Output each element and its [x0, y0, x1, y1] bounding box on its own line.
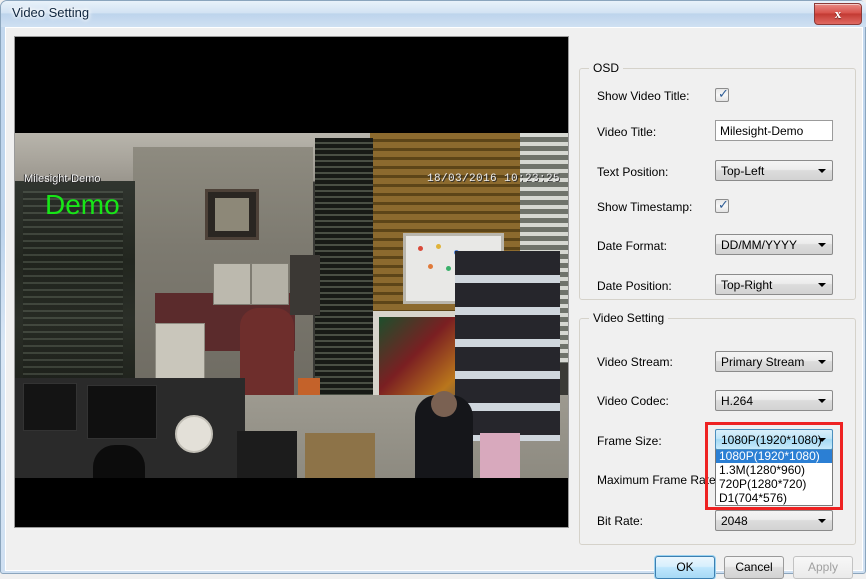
ok-button[interactable]: OK — [655, 556, 715, 579]
chevron-down-icon — [818, 399, 826, 403]
scene-whiteboard-magnet — [418, 246, 423, 251]
date-format-value: DD/MM/YYYY — [721, 238, 798, 252]
show-timestamp-checkbox[interactable]: ✓ — [715, 199, 729, 213]
scene-box-right — [251, 263, 289, 305]
video-title-input[interactable]: Milesight-Demo — [715, 120, 833, 141]
scene-person-right-head — [431, 391, 457, 417]
cancel-button[interactable]: Cancel — [724, 556, 784, 579]
video-codec-select[interactable]: H.264 — [715, 390, 833, 411]
chevron-down-icon — [818, 283, 826, 287]
date-position-value: Top-Right — [721, 278, 773, 292]
frame-size-option[interactable]: 1080P(1920*1080) — [716, 449, 832, 463]
chevron-down-icon — [818, 519, 826, 523]
apply-button[interactable]: Apply — [793, 556, 853, 579]
scene-person-left — [93, 445, 145, 478]
window-titlebar[interactable]: Video Setting x — [1, 1, 866, 27]
close-icon: x — [834, 6, 842, 21]
chevron-down-icon — [818, 169, 826, 173]
date-position-select[interactable]: Top-Right — [715, 274, 833, 295]
maximum-frame-rate-label: Maximum Frame Rate: — [597, 473, 720, 487]
bit-rate-label: Bit Rate: — [597, 514, 644, 528]
date-format-label: Date Format: — [597, 239, 668, 253]
checkmark-icon: ✓ — [718, 87, 729, 102]
scene-whiteboard-magnet — [436, 244, 441, 249]
text-position-select[interactable]: Top-Left — [715, 160, 833, 181]
window-title: Video Setting — [12, 5, 90, 20]
video-preview-panel[interactable]: Milesight-Demo Demo 18/03/2016 10:23:25 — [14, 36, 569, 528]
scene-fan — [175, 415, 213, 453]
text-position-value: Top-Left — [721, 164, 765, 178]
frame-size-label: Frame Size: — [597, 434, 662, 448]
chevron-down-icon — [818, 438, 826, 442]
frame-size-dropdown-list[interactable]: 1080P(1920*1080) 1.3M(1280*960) 720P(1280*… — [715, 448, 833, 506]
video-stream-image: Milesight-Demo Demo 18/03/2016 10:23:25 — [15, 37, 568, 527]
checkmark-icon: ✓ — [718, 198, 729, 213]
osd-group-legend: OSD — [589, 61, 624, 75]
chevron-down-icon — [818, 360, 826, 364]
scene-monitor-1 — [23, 383, 77, 431]
scene-monitor-2 — [87, 385, 157, 439]
scene-carton — [305, 433, 375, 478]
video-setting-window: Video Setting x Milesight-Demo Demo 18/0… — [0, 0, 866, 579]
scene-pink-object — [480, 433, 520, 478]
chevron-down-icon — [818, 243, 826, 247]
show-video-title-label: Show Video Title: — [597, 89, 690, 103]
scene-box-left — [213, 263, 251, 305]
osd-video-title-overlay: Milesight-Demo — [24, 173, 101, 185]
video-setting-group-legend: Video Setting — [589, 311, 669, 325]
frame-size-option[interactable]: 1.3M(1280*960) — [716, 463, 832, 477]
frame-size-select[interactable]: 1080P(1920*1080) — [715, 429, 833, 450]
show-video-title-checkbox[interactable]: ✓ — [715, 88, 729, 102]
video-stream-label: Video Stream: — [597, 355, 673, 369]
date-position-label: Date Position: — [597, 279, 672, 293]
show-timestamp-label: Show Timestamp: — [597, 200, 693, 214]
scene-machine — [290, 255, 320, 315]
video-codec-value: H.264 — [721, 394, 754, 408]
osd-timestamp-overlay: 18/03/2016 10:23:25 — [426, 173, 560, 185]
video-stream-value: Primary Stream — [721, 355, 805, 369]
bit-rate-select[interactable]: 2048 — [715, 510, 833, 531]
video-title-label: Video Title: — [597, 125, 657, 139]
scene-laptop — [237, 431, 297, 478]
osd-demo-text-overlay: Demo — [45, 189, 120, 220]
scene-person-red — [240, 308, 294, 398]
scene-doorway — [315, 138, 373, 423]
frame-size-option[interactable]: 720P(1280*720) — [716, 477, 832, 491]
scene-whiteboard-magnet — [428, 264, 433, 269]
text-position-label: Text Position: — [597, 165, 669, 179]
frame-size-value: 1080P(1920*1080) — [721, 433, 822, 447]
video-codec-label: Video Codec: — [597, 394, 669, 408]
close-button[interactable]: x — [814, 3, 862, 25]
dialog-client-area: Milesight-Demo Demo 18/03/2016 10:23:25 … — [5, 27, 863, 579]
bit-rate-value: 2048 — [721, 514, 748, 528]
date-format-select[interactable]: DD/MM/YYYY — [715, 234, 833, 255]
scene-whiteboard-magnet — [446, 266, 451, 271]
video-stream-select[interactable]: Primary Stream — [715, 351, 833, 372]
scene-wall-picture — [205, 189, 259, 240]
frame-size-option[interactable]: D1(704*576) — [716, 491, 832, 505]
